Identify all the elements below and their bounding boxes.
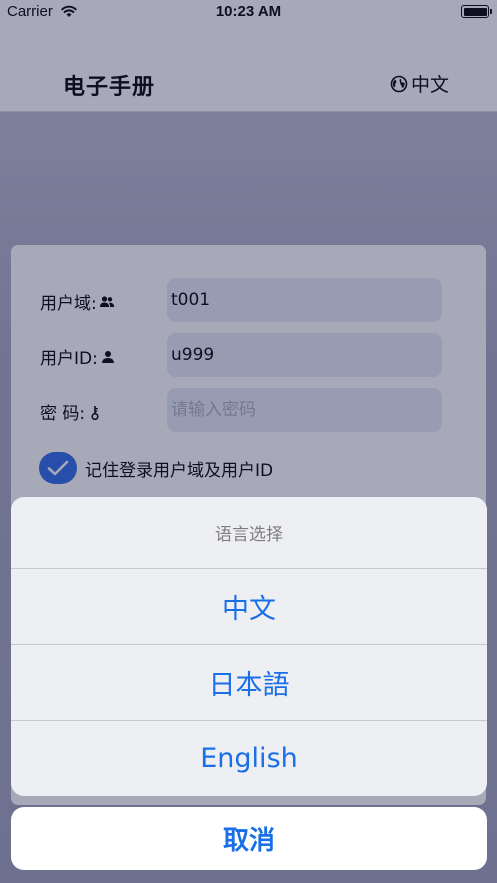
option-english[interactable]: English bbox=[11, 721, 487, 796]
language-action-sheet: 语言选择 中文 日本語 English bbox=[11, 497, 487, 796]
option-japanese[interactable]: 日本語 bbox=[11, 645, 487, 721]
option-chinese[interactable]: 中文 bbox=[11, 569, 487, 645]
sheet-title: 语言选择 bbox=[11, 497, 487, 569]
cancel-button[interactable]: 取消 bbox=[11, 807, 487, 870]
